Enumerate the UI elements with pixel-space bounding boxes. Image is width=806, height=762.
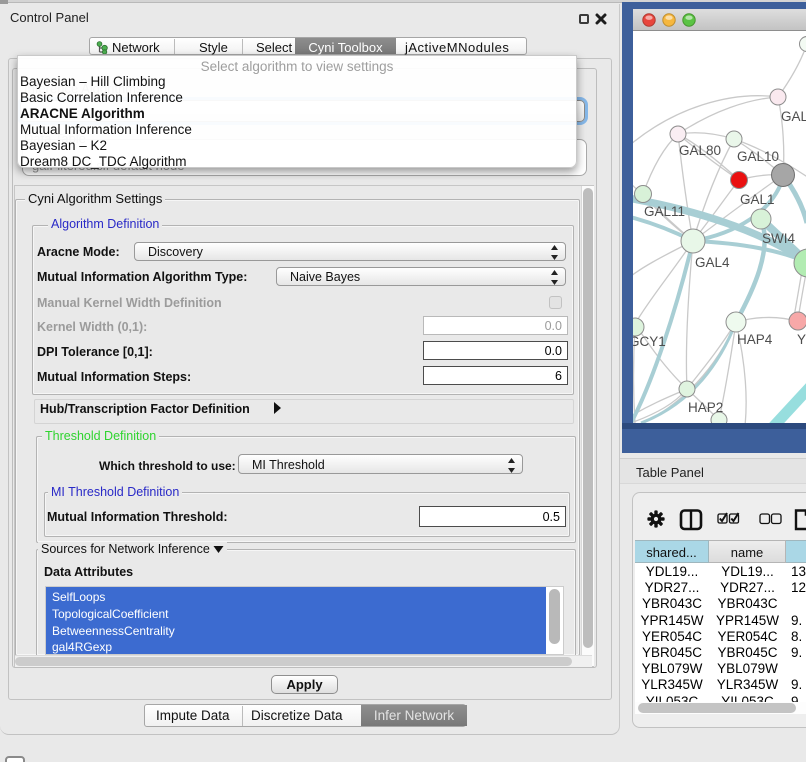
svg-text:SWI4: SWI4 [762,231,795,246]
svg-text:GAL10: GAL10 [737,149,779,164]
svg-text:HAP4: HAP4 [737,332,773,347]
svg-text:GAL11: GAL11 [644,204,685,219]
svg-text:GAL4: GAL4 [695,255,730,270]
svg-text:GAL80: GAL80 [679,143,721,158]
svg-text:GAL8: GAL8 [781,109,806,124]
svg-text:HAP2: HAP2 [688,400,723,415]
svg-text:GAL1: GAL1 [740,192,775,207]
svg-text:GCY1: GCY1 [633,334,666,349]
svg-text:Y: Y [797,332,806,347]
